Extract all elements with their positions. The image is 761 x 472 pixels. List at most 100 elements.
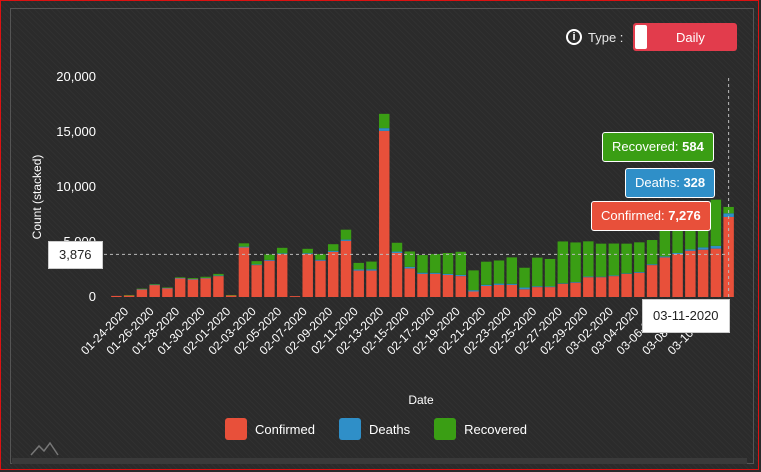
bar-confirmed bbox=[595, 277, 607, 297]
y-tick-label: 0 bbox=[89, 289, 96, 304]
bar-recovered bbox=[442, 253, 454, 274]
bar-deaths bbox=[519, 287, 530, 290]
bar-recovered bbox=[379, 113, 390, 129]
bar-recovered bbox=[315, 254, 326, 260]
bar-confirmed bbox=[634, 272, 645, 297]
bar-confirmed bbox=[557, 283, 569, 297]
bar-confirmed bbox=[621, 273, 632, 297]
legend-swatch-confirmed bbox=[225, 418, 247, 440]
bar-confirmed bbox=[544, 287, 556, 297]
bar-confirmed bbox=[238, 247, 250, 297]
tooltip-confirmed-value: 7,276 bbox=[668, 208, 701, 223]
bar-confirmed bbox=[391, 253, 403, 297]
x-axis: 01-24-202001-26-202001-28-202001-30-2020… bbox=[78, 304, 718, 358]
bar-confirmed bbox=[251, 265, 262, 297]
bar-deaths bbox=[174, 277, 186, 279]
bar-recovered bbox=[493, 260, 505, 284]
x-axis-title: Date bbox=[408, 393, 434, 407]
tooltip-confirmed: Confirmed: 7,276 bbox=[591, 201, 711, 231]
bar-deaths bbox=[162, 287, 173, 289]
legend-item-deaths[interactable]: Deaths bbox=[338, 418, 411, 440]
bar-deaths bbox=[187, 278, 199, 280]
bar-recovered bbox=[646, 240, 658, 265]
legend-item-confirmed[interactable]: Confirmed bbox=[225, 418, 315, 440]
bar-recovered bbox=[455, 251, 466, 275]
bar-confirmed bbox=[264, 260, 275, 297]
bar-recovered bbox=[276, 247, 288, 254]
bar-recovered bbox=[608, 243, 620, 276]
bar-recovered bbox=[506, 257, 518, 284]
bar-confirmed bbox=[302, 254, 313, 297]
bar-confirmed bbox=[276, 254, 288, 297]
bar-confirmed bbox=[162, 288, 173, 297]
bar-deaths bbox=[481, 284, 492, 286]
y-tick-label: 20,000 bbox=[56, 69, 96, 84]
bar-confirmed bbox=[532, 287, 543, 297]
bar-confirmed bbox=[149, 284, 160, 297]
bar-deaths bbox=[570, 282, 581, 283]
bar-confirmed bbox=[200, 278, 211, 297]
bar-recovered bbox=[430, 254, 441, 273]
bar-recovered bbox=[417, 255, 428, 273]
bar-deaths bbox=[340, 239, 352, 241]
legend-label-deaths: Deaths bbox=[368, 421, 411, 437]
bar-recovered bbox=[519, 267, 530, 288]
bar-confirmed bbox=[327, 251, 339, 297]
bar-confirmed bbox=[340, 240, 352, 297]
bar-confirmed bbox=[506, 284, 518, 297]
bar-deaths bbox=[532, 286, 543, 288]
bar-deaths bbox=[379, 128, 390, 131]
bar-recovered bbox=[340, 229, 352, 240]
bar-confirmed bbox=[468, 291, 479, 297]
bar-recovered bbox=[468, 270, 479, 291]
bar-recovered bbox=[327, 244, 339, 251]
bar-confirmed bbox=[442, 275, 454, 297]
tooltip-recovered: Recovered: 584 bbox=[602, 132, 714, 162]
bar-deaths bbox=[149, 284, 160, 286]
bar-deaths bbox=[136, 289, 148, 290]
bar-deaths bbox=[608, 275, 620, 277]
crosshair-x-label: 03-11-2020 bbox=[642, 299, 730, 333]
legend-item-recovered[interactable]: Recovered bbox=[434, 418, 527, 440]
bar-confirmed bbox=[697, 249, 709, 297]
bar-recovered bbox=[238, 243, 250, 247]
bar-recovered bbox=[187, 278, 199, 279]
tooltip-deaths-label: Deaths: bbox=[635, 175, 680, 190]
bar-confirmed bbox=[379, 130, 390, 297]
bar-confirmed bbox=[353, 270, 364, 297]
y-tick-label: 15,000 bbox=[56, 124, 96, 139]
bar-confirmed bbox=[455, 276, 466, 297]
bar-deaths bbox=[468, 290, 479, 292]
bar-confirmed bbox=[404, 268, 415, 297]
bar-deaths bbox=[583, 276, 594, 278]
bar-confirmed bbox=[519, 289, 530, 297]
bar-deaths bbox=[391, 251, 403, 253]
bar-deaths bbox=[710, 245, 722, 249]
bar-deaths bbox=[506, 283, 518, 285]
bar-recovered bbox=[302, 248, 313, 254]
bar-deaths bbox=[430, 272, 441, 274]
bar-confirmed bbox=[608, 276, 620, 297]
bar-recovered bbox=[200, 276, 211, 278]
bar-confirmed bbox=[136, 289, 148, 297]
bar-deaths bbox=[697, 247, 709, 250]
bar-recovered bbox=[557, 241, 569, 284]
bottom-scrollbar[interactable] bbox=[12, 458, 747, 464]
bar-confirmed bbox=[672, 254, 683, 297]
bar-deaths bbox=[417, 272, 428, 274]
bar-recovered bbox=[264, 254, 275, 260]
bar-recovered bbox=[659, 227, 671, 257]
bar-recovered bbox=[595, 243, 607, 277]
tooltip-deaths-value: 328 bbox=[683, 175, 706, 190]
bar-recovered bbox=[225, 295, 237, 296]
bar-deaths bbox=[251, 264, 262, 266]
bar-confirmed bbox=[111, 295, 122, 297]
tooltip-recovered-label: Recovered: bbox=[612, 139, 679, 154]
bar-deaths bbox=[685, 249, 696, 251]
bar-recovered bbox=[634, 242, 645, 273]
bar-confirmed bbox=[430, 273, 441, 297]
stacked-bar-chart: 05,00010,00015,00020,000 01-24-202001-26… bbox=[30, 69, 734, 456]
bar-recovered bbox=[366, 261, 377, 270]
bar-confirmed bbox=[583, 277, 594, 297]
bar-recovered bbox=[532, 257, 543, 287]
